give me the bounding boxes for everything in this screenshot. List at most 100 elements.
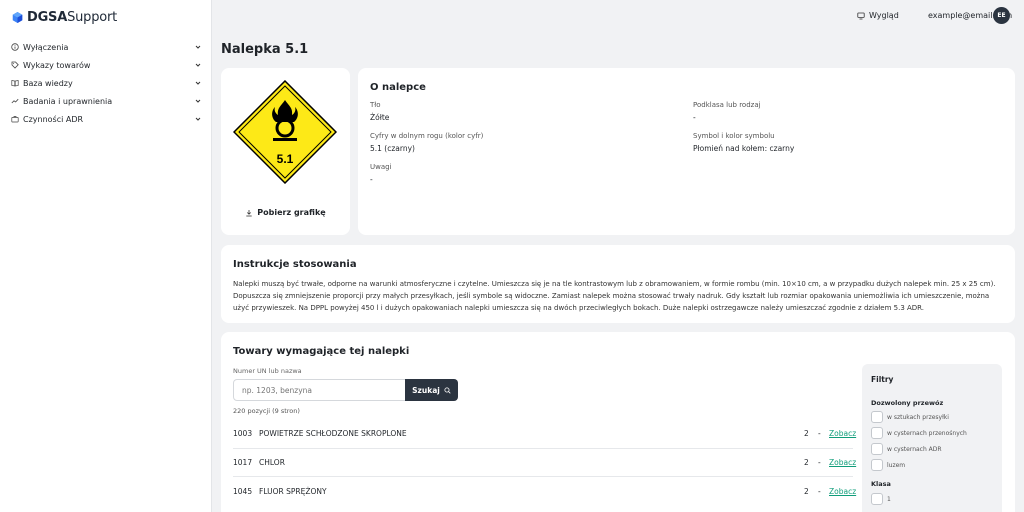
book-icon	[10, 79, 19, 88]
goods-class: 2	[804, 429, 809, 439]
sidebar-item-label: Wykazy towarów	[23, 60, 91, 70]
placard-number: 5.1	[277, 152, 294, 166]
field-value: -	[370, 175, 373, 184]
field-key: Podklasa lub rodzaj	[693, 101, 761, 109]
chevron-down-icon	[195, 99, 201, 103]
search-input[interactable]	[233, 379, 406, 401]
checkbox[interactable]	[871, 443, 883, 455]
instructions-text: Nalepki muszą być trwałe, odporne na war…	[233, 280, 996, 312]
sidebar: DGSASupport Wyłączenia Wykazy towarów Ba…	[0, 0, 212, 512]
search-button[interactable]: Szukaj	[405, 379, 458, 401]
filter-option-class-1[interactable]: 1	[871, 493, 891, 505]
goods-separator: -	[818, 429, 821, 439]
goods-class: 2	[804, 457, 809, 467]
un-number: 1017	[233, 457, 253, 467]
placard-card: 5.1 Pobierz grafikę	[221, 68, 350, 235]
filter-section-transport: Dozwolony przewóz	[871, 399, 944, 407]
filter-option-label: w cysternach przenośnych	[887, 429, 967, 437]
field-symbol: Symbol i kolor symbolu Płomień nad kołem…	[693, 132, 794, 153]
filter-section-class: Klasa	[871, 480, 891, 488]
view-link[interactable]: Zobacz	[829, 487, 856, 496]
field-value: 5.1 (czarny)	[370, 144, 415, 153]
filter-option-bulk[interactable]: luzem	[871, 459, 905, 471]
chevron-down-icon	[195, 81, 201, 85]
un-number: 1045	[233, 486, 253, 496]
search-icon	[444, 386, 451, 394]
checkbox[interactable]	[871, 493, 883, 505]
filter-option-label: 1	[887, 495, 891, 503]
goods-list: 1003 POWIETRZE SCHŁODZONE SKROPLONE 2 - …	[233, 420, 856, 506]
sidebar-item-badania-i-uprawnienia[interactable]: Badania i uprawnienia	[0, 92, 212, 110]
sidebar-item-label: Baza wiedzy	[23, 78, 73, 88]
goods-name: FLUOR SPRĘŻONY	[259, 486, 327, 496]
filter-option-label: luzem	[887, 461, 906, 469]
info-circle-icon	[10, 43, 19, 52]
download-label: Pobierz grafikę	[257, 208, 326, 217]
search-label: Numer UN lub nazwa	[233, 367, 302, 375]
topbar: Wygląd example@email.com EE	[213, 0, 1024, 34]
filter-option-packages[interactable]: w sztukach przesyłki	[871, 411, 949, 423]
appearance-label: Wygląd	[869, 11, 899, 20]
filters-title: Filtry	[871, 375, 894, 384]
goods-card: Towary wymagające tej nalepki Numer UN l…	[221, 332, 1015, 512]
tag-icon	[10, 61, 19, 70]
goods-name: CHLOR	[259, 457, 285, 467]
about-title: O nalepce	[370, 82, 426, 93]
field-value: Żółte	[370, 113, 390, 122]
sidebar-item-label: Wyłączenia	[23, 42, 69, 52]
table-row: 1045 FLUOR SPRĘŻONY 2 - Zobacz	[233, 477, 856, 506]
sidebar-item-wykazy-towarow[interactable]: Wykazy towarów	[0, 56, 212, 74]
search-button-label: Szukaj	[412, 385, 440, 395]
field-value: Płomień nad kołem: czarny	[693, 144, 795, 153]
goods-name: POWIETRZE SCHŁODZONE SKROPLONE	[259, 429, 407, 439]
about-card: O nalepce Tło Żółte Podklasa lub rodzaj …	[358, 68, 1015, 235]
filter-option-portable-tanks[interactable]: w cysternach przenośnych	[871, 427, 967, 439]
appearance-button[interactable]: Wygląd	[857, 11, 899, 20]
field-key: Tło	[370, 101, 381, 109]
un-number: 1003	[233, 429, 253, 439]
briefcase-icon	[10, 115, 19, 124]
chevron-down-icon	[195, 45, 201, 49]
app-logo[interactable]: DGSASupport	[12, 10, 117, 25]
sidebar-item-label: Czynności ADR	[23, 114, 84, 124]
goods-separator: -	[818, 486, 821, 496]
sidebar-item-czynnosci-adr[interactable]: Czynności ADR	[0, 110, 212, 128]
table-row: 1017 CHLOR 2 - Zobacz	[233, 449, 856, 477]
sidebar-item-baza-wiedzy[interactable]: Baza wiedzy	[0, 74, 212, 92]
field-key: Symbol i kolor symbolu	[693, 132, 775, 140]
sidebar-item-wylaczenia[interactable]: Wyłączenia	[0, 38, 212, 56]
sidebar-nav: Wyłączenia Wykazy towarów Baza wiedzy Ba…	[0, 38, 212, 128]
field-key: Uwagi	[370, 163, 392, 171]
goods-separator: -	[818, 457, 821, 467]
page-title: Nalepka 5.1	[221, 42, 309, 57]
avatar[interactable]: EE	[993, 7, 1010, 24]
filters-panel: Filtry Dozwolony przewóz w sztukach prze…	[862, 364, 1002, 512]
chevron-down-icon	[195, 63, 201, 67]
goods-title: Towary wymagające tej nalepki	[233, 346, 410, 357]
filter-option-adr-tanks[interactable]: w cysternach ADR	[871, 443, 942, 455]
field-background: Tło Żółte	[370, 101, 389, 122]
trend-icon	[10, 97, 19, 106]
hazard-placard-5-1: 5.1	[233, 80, 337, 184]
view-link[interactable]: Zobacz	[829, 458, 856, 467]
results-count: 220 pozycji (9 stron)	[233, 407, 300, 415]
goods-class: 2	[804, 486, 809, 496]
instructions-title: Instrukcje stosowania	[233, 259, 357, 270]
checkbox[interactable]	[871, 411, 883, 423]
checkbox[interactable]	[871, 427, 883, 439]
chevron-down-icon	[195, 117, 201, 121]
filter-option-label: w cysternach ADR	[887, 445, 942, 453]
logo-mark-icon	[12, 12, 23, 23]
field-subclass: Podklasa lub rodzaj -	[693, 101, 761, 122]
instructions-card: Instrukcje stosowania Nalepki muszą być …	[221, 245, 1015, 323]
app-name: DGSASupport	[27, 10, 118, 25]
view-link[interactable]: Zobacz	[829, 429, 856, 438]
sidebar-item-label: Badania i uprawnienia	[23, 96, 113, 106]
filter-option-label: w sztukach przesyłki	[887, 413, 949, 421]
download-icon	[246, 209, 252, 216]
field-key: Cyfry w dolnym rogu (kolor cyfr)	[370, 132, 484, 140]
monitor-icon	[857, 12, 865, 19]
field-corner-digits: Cyfry w dolnym rogu (kolor cyfr) 5.1 (cz…	[370, 132, 483, 153]
download-graphic-button[interactable]: Pobierz grafikę	[221, 208, 350, 217]
checkbox[interactable]	[871, 459, 883, 471]
